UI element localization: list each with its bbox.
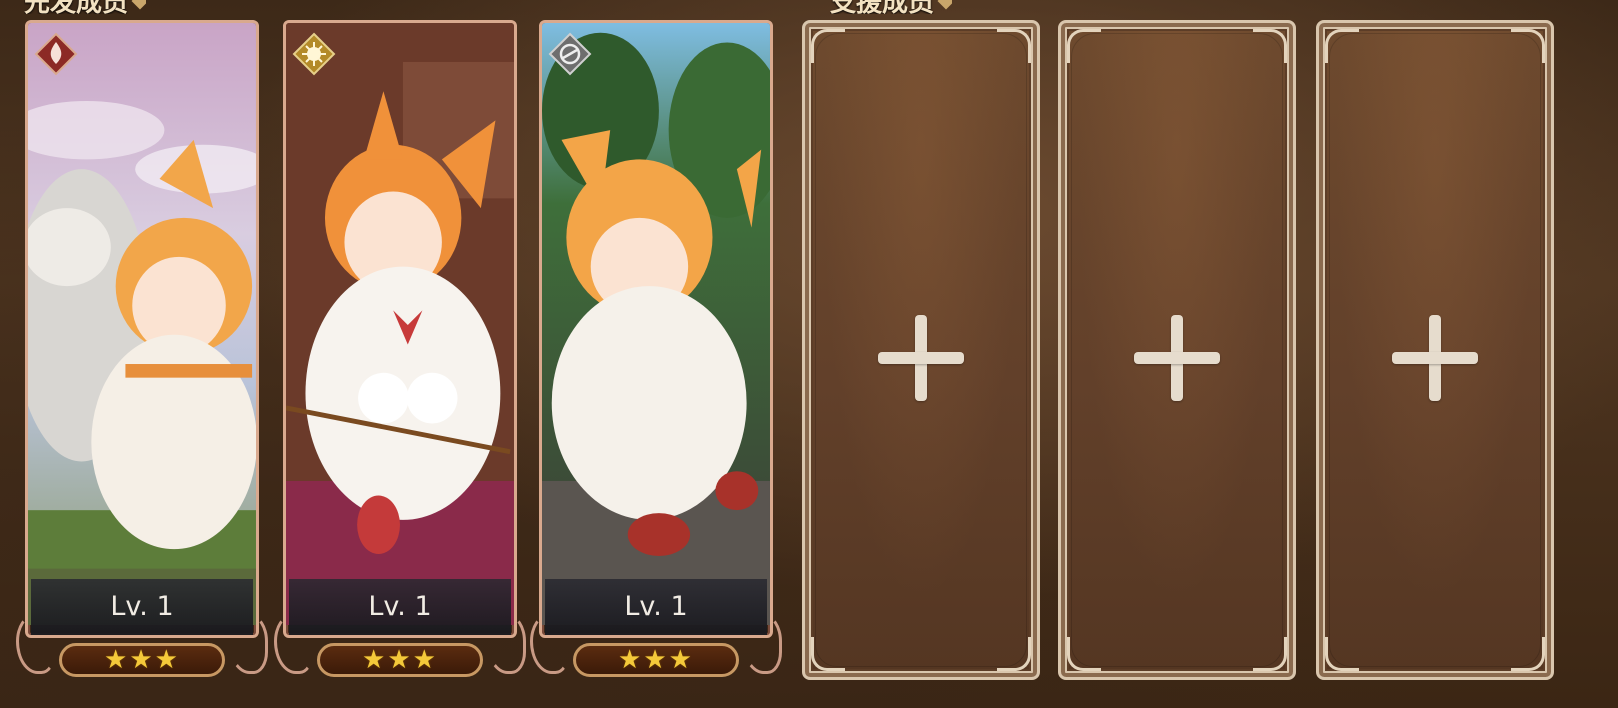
star-rating: ★★★: [59, 643, 225, 677]
starting-members-label: 先发成员: [24, 0, 147, 14]
diamond-ornament-icon: [131, 0, 147, 10]
hero-level: Lv. 1: [545, 579, 767, 635]
scroll-ornament: [742, 614, 782, 674]
plus-icon[interactable]: [1392, 315, 1478, 401]
star-rating: ★★★: [317, 643, 483, 677]
hero-card-1[interactable]: Lv. 1 ★★★: [16, 20, 268, 680]
corner-ornament: [1067, 29, 1101, 63]
hero-portrait: [28, 23, 256, 626]
plus-icon[interactable]: [1134, 315, 1220, 401]
scroll-ornament: [530, 614, 570, 674]
support-slot-1[interactable]: [802, 20, 1040, 680]
corner-ornament: [811, 29, 845, 63]
corner-ornament: [1325, 29, 1359, 63]
wind-element-icon: [548, 32, 592, 76]
corner-ornament: [997, 637, 1031, 671]
scroll-ornament: [274, 614, 314, 674]
hero-card-3[interactable]: Lv. 1 ★★★: [530, 20, 782, 680]
hero-card-frame: Lv. 1: [25, 20, 259, 638]
corner-ornament: [1511, 637, 1545, 671]
support-members-text: 支援成员: [830, 0, 934, 14]
light-element-icon: [292, 32, 336, 76]
corner-ornament: [1067, 637, 1101, 671]
starting-members-text: 先发成员: [24, 0, 128, 14]
corner-ornament: [1253, 637, 1287, 671]
hero-portrait: [286, 23, 514, 626]
hero-portrait: [542, 23, 770, 626]
hero-level: Lv. 1: [289, 579, 511, 635]
support-slot-3[interactable]: [1316, 20, 1554, 680]
hero-card-2[interactable]: Lv. 1 ★★★: [274, 20, 526, 680]
hero-card-frame: Lv. 1: [539, 20, 773, 638]
fire-element-icon: [34, 32, 78, 76]
support-members-label: 支援成员: [830, 0, 953, 14]
hero-card-frame: Lv. 1: [283, 20, 517, 638]
corner-ornament: [811, 637, 845, 671]
corner-ornament: [1253, 29, 1287, 63]
corner-ornament: [1511, 29, 1545, 63]
diamond-ornament-icon: [937, 0, 953, 10]
scroll-ornament: [486, 614, 526, 674]
scroll-ornament: [228, 614, 268, 674]
star-rating: ★★★: [573, 643, 739, 677]
corner-ornament: [997, 29, 1031, 63]
scroll-ornament: [16, 614, 56, 674]
corner-ornament: [1325, 637, 1359, 671]
support-slot-2[interactable]: [1058, 20, 1296, 680]
plus-icon[interactable]: [878, 315, 964, 401]
hero-level: Lv. 1: [31, 579, 253, 635]
